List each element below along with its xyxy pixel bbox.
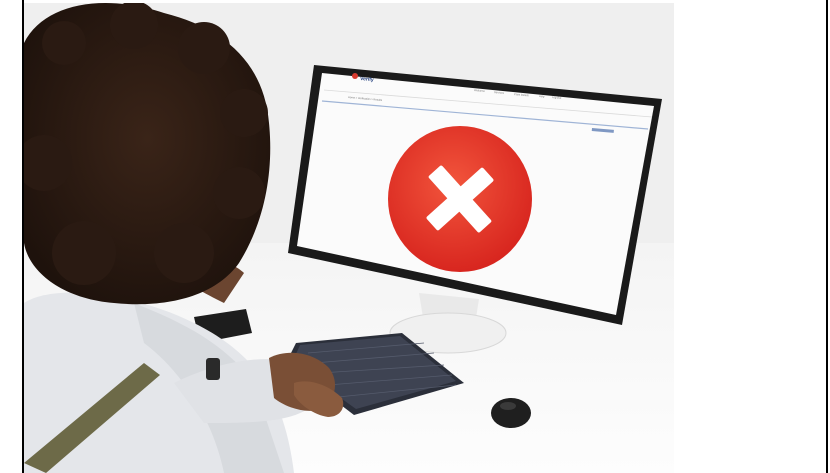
wristwatch [206, 358, 220, 380]
screen-nav-item: Help [539, 94, 545, 98]
stock-photo: Verify Welcome Services Case Details Hel… [24, 3, 674, 473]
brand-logo-icon [352, 73, 358, 79]
screen-brand-label: Verify [360, 76, 374, 83]
screen-nav-item: Log Out [552, 95, 562, 100]
